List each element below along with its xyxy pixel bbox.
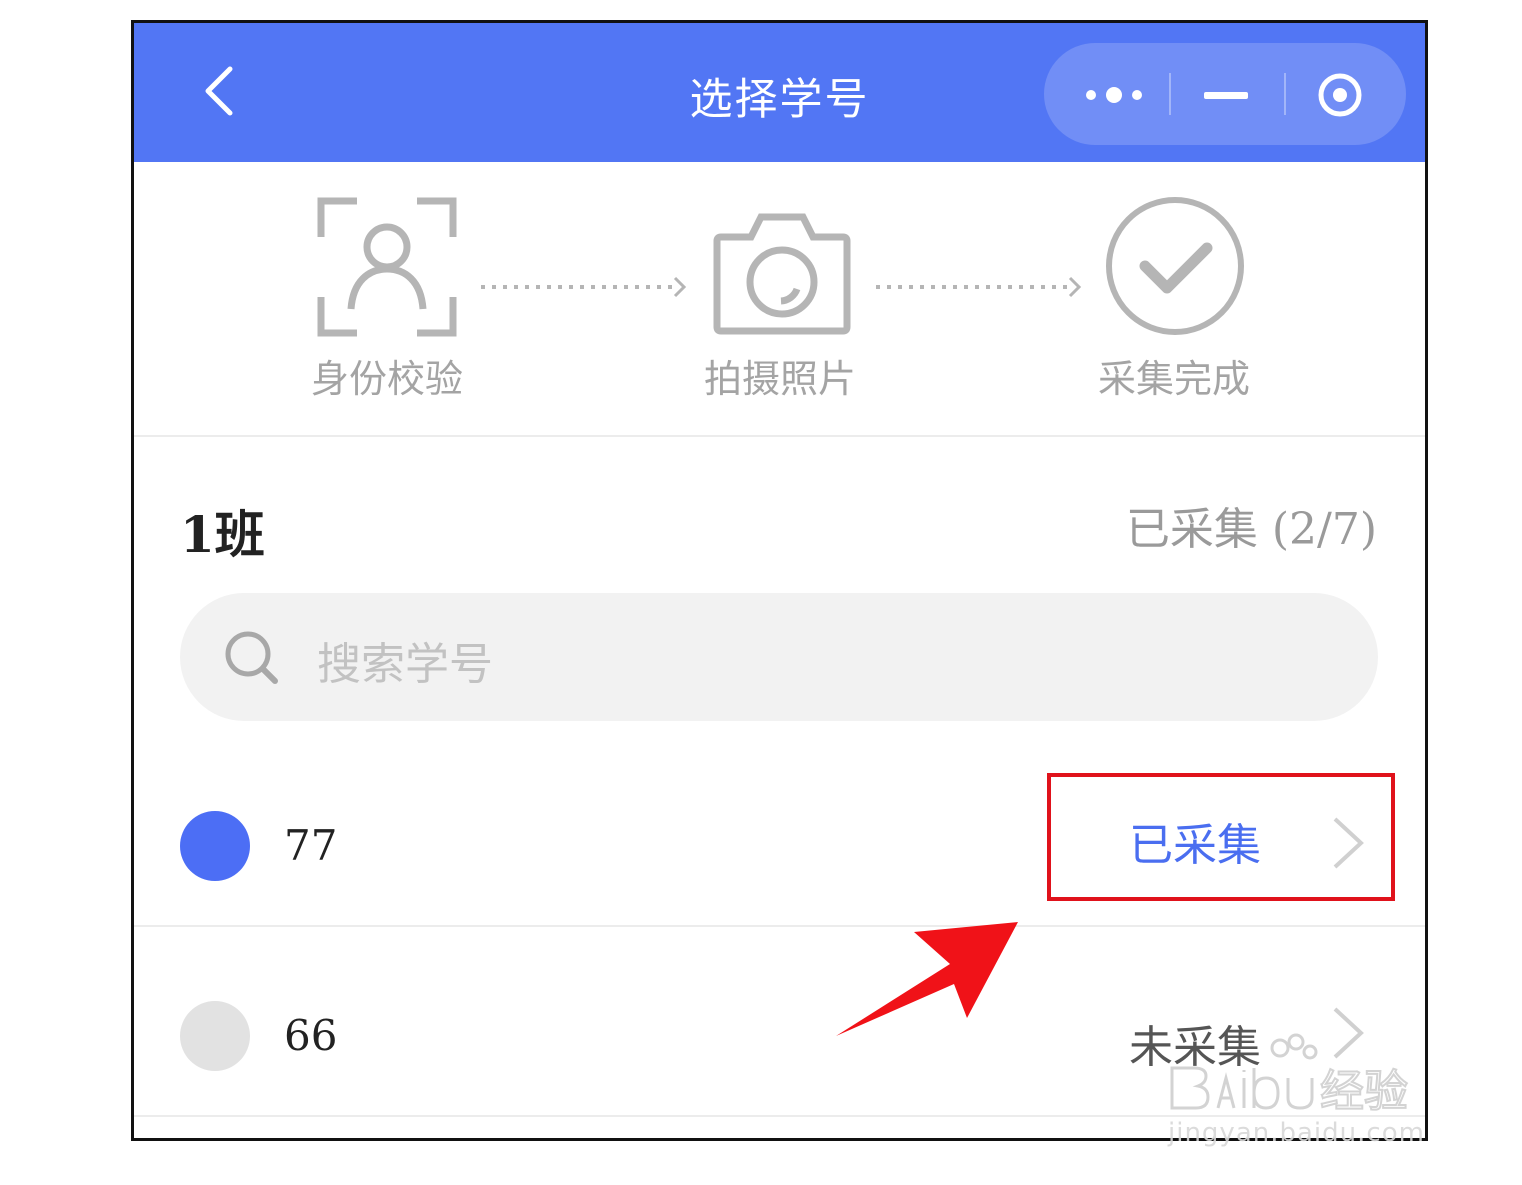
step-connector-icon: [481, 276, 687, 298]
status-not-collected[interactable]: 未采集: [1129, 1011, 1261, 1075]
minimize-icon[interactable]: [1202, 75, 1250, 115]
status-dot: [180, 811, 250, 881]
student-row[interactable]: 66 未采集: [134, 943, 1425, 1133]
capsule-divider: [1284, 73, 1286, 115]
collected-count: 已采集 (2/7): [1125, 504, 1377, 555]
student-id: 77: [284, 821, 338, 870]
target-close-icon[interactable]: [1312, 71, 1368, 119]
search-input[interactable]: 搜索学号: [180, 593, 1378, 721]
camera-icon: [713, 213, 851, 335]
section-divider: [134, 435, 1425, 437]
capsule-divider: [1169, 73, 1171, 115]
phone-frame: 选择学号 身份校验 拍摄照片 采集完成 1班 已采集 (2/7) 搜索学号 77…: [131, 20, 1428, 1141]
more-dots-icon[interactable]: [1079, 75, 1149, 115]
step-label-verify: 身份校验: [310, 357, 463, 401]
student-id: 66: [284, 1011, 338, 1060]
face-scan-icon: [317, 197, 457, 337]
check-circle-icon: [1106, 197, 1244, 335]
search-icon: [225, 631, 278, 684]
row-divider: [134, 925, 1425, 927]
progress-steps: 身份校验 拍摄照片 采集完成: [134, 162, 1425, 435]
status-dot: [180, 1001, 250, 1071]
class-title: 1班: [180, 505, 265, 564]
search-placeholder: 搜索学号: [317, 639, 493, 690]
chevron-right-icon: [1333, 1007, 1364, 1059]
red-arrow-icon: [836, 922, 1018, 1036]
highlight-box: [1047, 773, 1395, 901]
step-label-done: 采集完成: [1097, 357, 1250, 401]
step-label-photo: 拍摄照片: [703, 357, 856, 401]
mini-program-capsule: [1044, 43, 1406, 145]
row-divider: [134, 1115, 1425, 1117]
navigation-bar: 选择学号: [134, 23, 1425, 162]
step-connector-icon: [876, 276, 1082, 298]
